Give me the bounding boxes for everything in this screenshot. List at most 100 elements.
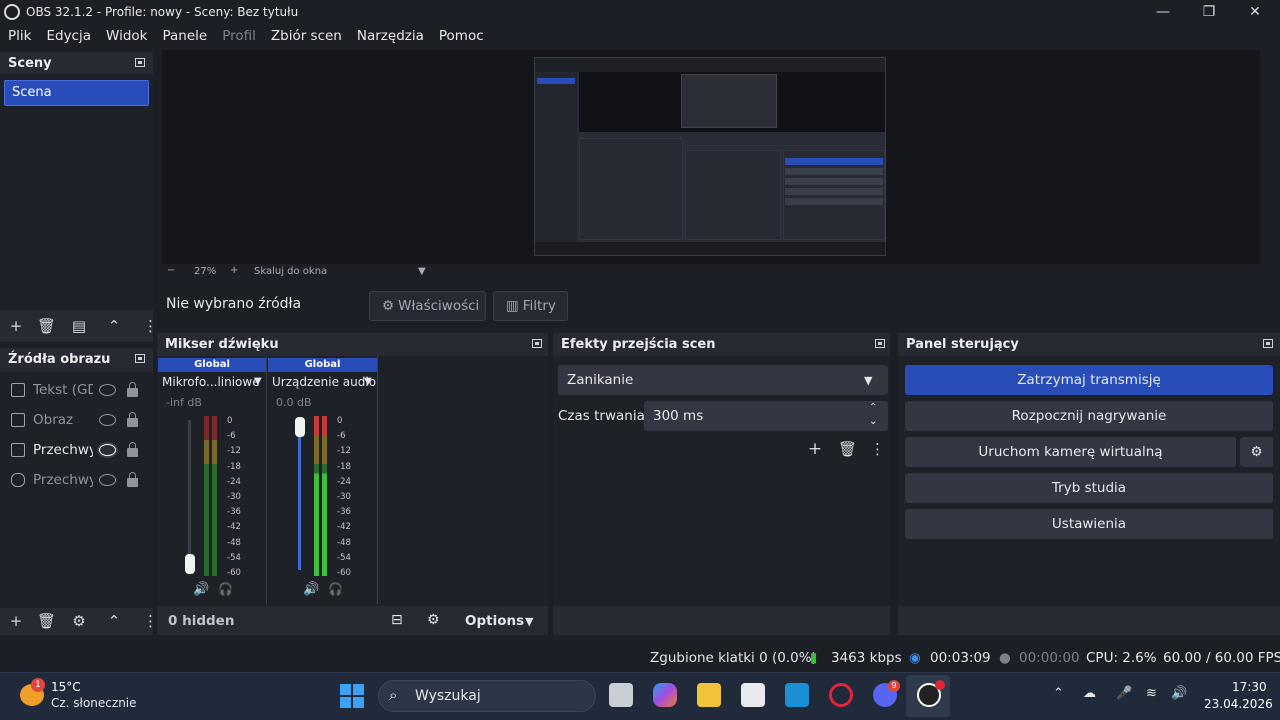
dock-float-icon[interactable] — [135, 58, 145, 67]
obs-logo-icon — [4, 4, 20, 20]
remove-scene-icon[interactable]: 🗑 — [37, 317, 56, 335]
transition-selected: Zanikanie — [567, 372, 634, 388]
speaker-icon[interactable]: 🔊 — [303, 582, 319, 597]
studio-mode-button[interactable]: Tryb studia — [905, 473, 1273, 503]
opera-icon[interactable] — [829, 683, 853, 707]
dock-float-icon[interactable] — [135, 354, 145, 363]
source-item[interactable]: Przechwy — [0, 465, 152, 495]
cpu-usage: CPU: 2.6% — [1086, 650, 1157, 666]
copilot-icon[interactable] — [653, 683, 677, 707]
taskbar-search[interactable]: ⌕ Wyszukaj — [378, 680, 596, 712]
visibility-hidden-icon[interactable] — [99, 474, 116, 486]
weather-desc[interactable]: Cz. słonecznie — [51, 696, 137, 710]
chevron-down-icon[interactable]: ▼ — [364, 376, 372, 387]
stop-streaming-button[interactable]: Zatrzymaj transmisję — [905, 365, 1273, 395]
duration-spinbox[interactable]: 300 ms ⌃ ⌄ — [644, 401, 888, 431]
add-source-icon[interactable]: + — [8, 612, 24, 630]
maximize-button[interactable]: ❐ — [1186, 0, 1232, 24]
menu-tools[interactable]: Narzędzia — [357, 28, 424, 44]
menu-edit[interactable]: Edycja — [46, 28, 91, 44]
move-up-icon[interactable]: ⌃ — [106, 317, 122, 335]
scene-item[interactable]: Scena — [4, 80, 149, 106]
scene-filters-icon[interactable]: ▤ — [71, 317, 87, 335]
start-button-icon[interactable] — [340, 684, 364, 708]
source-item[interactable]: Przechwy — [0, 435, 152, 465]
lock-icon[interactable] — [127, 382, 138, 397]
speaker-icon[interactable]: 🔊 — [193, 582, 209, 597]
monitor-off-icon[interactable]: 🎧 — [328, 582, 343, 596]
start-recording-button[interactable]: Rozpocznij nagrywanie — [905, 401, 1273, 431]
scenes-title: Sceny — [8, 56, 52, 71]
zoom-level: 27% — [194, 266, 217, 277]
options-button[interactable]: Options — [465, 613, 524, 629]
volume-slider-knob[interactable] — [185, 554, 195, 574]
menu-docks[interactable]: Panele — [162, 28, 207, 44]
lock-icon[interactable] — [127, 412, 138, 427]
menu-view[interactable]: Widok — [106, 28, 147, 44]
transition-select[interactable]: Zanikanie ▼ — [558, 365, 888, 395]
onedrive-icon[interactable]: ☁ — [1083, 686, 1096, 701]
bitrate: 3463 kbps — [831, 650, 902, 666]
close-button[interactable]: ✕ — [1232, 0, 1278, 24]
monitor-off-icon[interactable]: 🎧 — [218, 582, 233, 596]
add-scene-icon[interactable]: + — [8, 317, 24, 335]
wifi-icon[interactable]: ≋ — [1146, 686, 1157, 701]
controls-title: Panel sterujący — [906, 337, 1019, 352]
menu-scene-collection[interactable]: Zbiór scen — [271, 28, 342, 44]
minimize-button[interactable]: — — [1140, 0, 1186, 24]
lock-icon[interactable] — [127, 442, 138, 457]
remove-transition-icon[interactable]: 🗑 — [838, 440, 857, 458]
visibility-hidden-icon[interactable] — [99, 414, 116, 426]
volume-icon[interactable]: 🔊 — [1171, 686, 1187, 701]
increment-icon[interactable]: ⌃ — [869, 402, 877, 413]
layout-toggle-icon[interactable]: ⊟ — [391, 612, 403, 628]
more-icon[interactable]: ⋮ — [143, 317, 158, 335]
advanced-audio-icon[interactable]: ⚙ — [427, 612, 440, 628]
more-icon[interactable]: ⋮ — [870, 440, 885, 458]
hidden-count[interactable]: 0 hidden — [168, 613, 234, 629]
zoom-out-button[interactable]: − — [167, 265, 175, 276]
visibility-hidden-icon[interactable] — [99, 384, 116, 396]
properties-button[interactable]: ⚙ Właściwości — [369, 291, 486, 321]
decrement-icon[interactable]: ⌄ — [869, 416, 877, 427]
volume-slider-track[interactable] — [188, 420, 191, 570]
zoom-in-button[interactable]: + — [230, 265, 238, 276]
app-icon[interactable] — [785, 683, 809, 707]
clock-date[interactable]: 23.04.2026 — [1204, 697, 1273, 711]
streaming-icon: ◉ — [909, 650, 921, 666]
chevron-down-icon[interactable]: ▼ — [254, 376, 262, 387]
lock-icon[interactable] — [127, 472, 138, 487]
source-settings-icon[interactable]: ⚙ — [71, 612, 87, 630]
weather-badge: 1 — [31, 678, 45, 692]
settings-button[interactable]: Ustawienia — [905, 509, 1273, 539]
channel-divider — [266, 356, 267, 604]
filters-button[interactable]: ▥ Filtry — [493, 291, 568, 321]
menu-profile[interactable]: Profil — [222, 28, 256, 44]
menu-help[interactable]: Pomoc — [439, 28, 484, 44]
dock-float-icon[interactable] — [532, 339, 542, 348]
volume-slider-knob[interactable] — [295, 417, 305, 437]
remove-source-icon[interactable]: 🗑 — [37, 612, 56, 630]
scale-mode-select[interactable]: Skaluj do okna — [254, 266, 327, 277]
move-up-icon[interactable]: ⌃ — [106, 612, 122, 630]
source-label: Tekst (GDI — [33, 382, 93, 398]
source-item[interactable]: Tekst (GDI — [0, 375, 152, 405]
menu-file[interactable]: Plik — [8, 28, 31, 44]
chevron-down-icon[interactable]: ▼ — [418, 266, 426, 277]
add-transition-icon[interactable]: + — [806, 439, 824, 459]
microsoft-store-icon[interactable] — [741, 683, 765, 707]
source-item[interactable]: Obraz — [0, 405, 152, 435]
virtual-camera-settings-icon[interactable]: ⚙ — [1240, 437, 1273, 467]
weather-temp[interactable]: 15°C — [51, 680, 81, 694]
dock-float-icon[interactable] — [875, 339, 885, 348]
task-view-icon[interactable] — [609, 683, 633, 707]
start-virtual-camera-button[interactable]: Uruchom kamerę wirtualną — [905, 437, 1236, 467]
more-icon[interactable]: ⋮ — [143, 612, 158, 630]
file-explorer-icon[interactable] — [697, 683, 721, 707]
clock-time[interactable]: 17:30 — [1232, 680, 1267, 694]
dock-float-icon[interactable] — [1263, 339, 1273, 348]
visibility-visible-icon[interactable] — [99, 444, 116, 456]
chevron-up-icon[interactable]: ⌃ — [1053, 686, 1064, 701]
microphone-icon[interactable]: 🎤 — [1116, 686, 1132, 701]
chevron-down-icon[interactable]: ▼ — [525, 615, 533, 628]
